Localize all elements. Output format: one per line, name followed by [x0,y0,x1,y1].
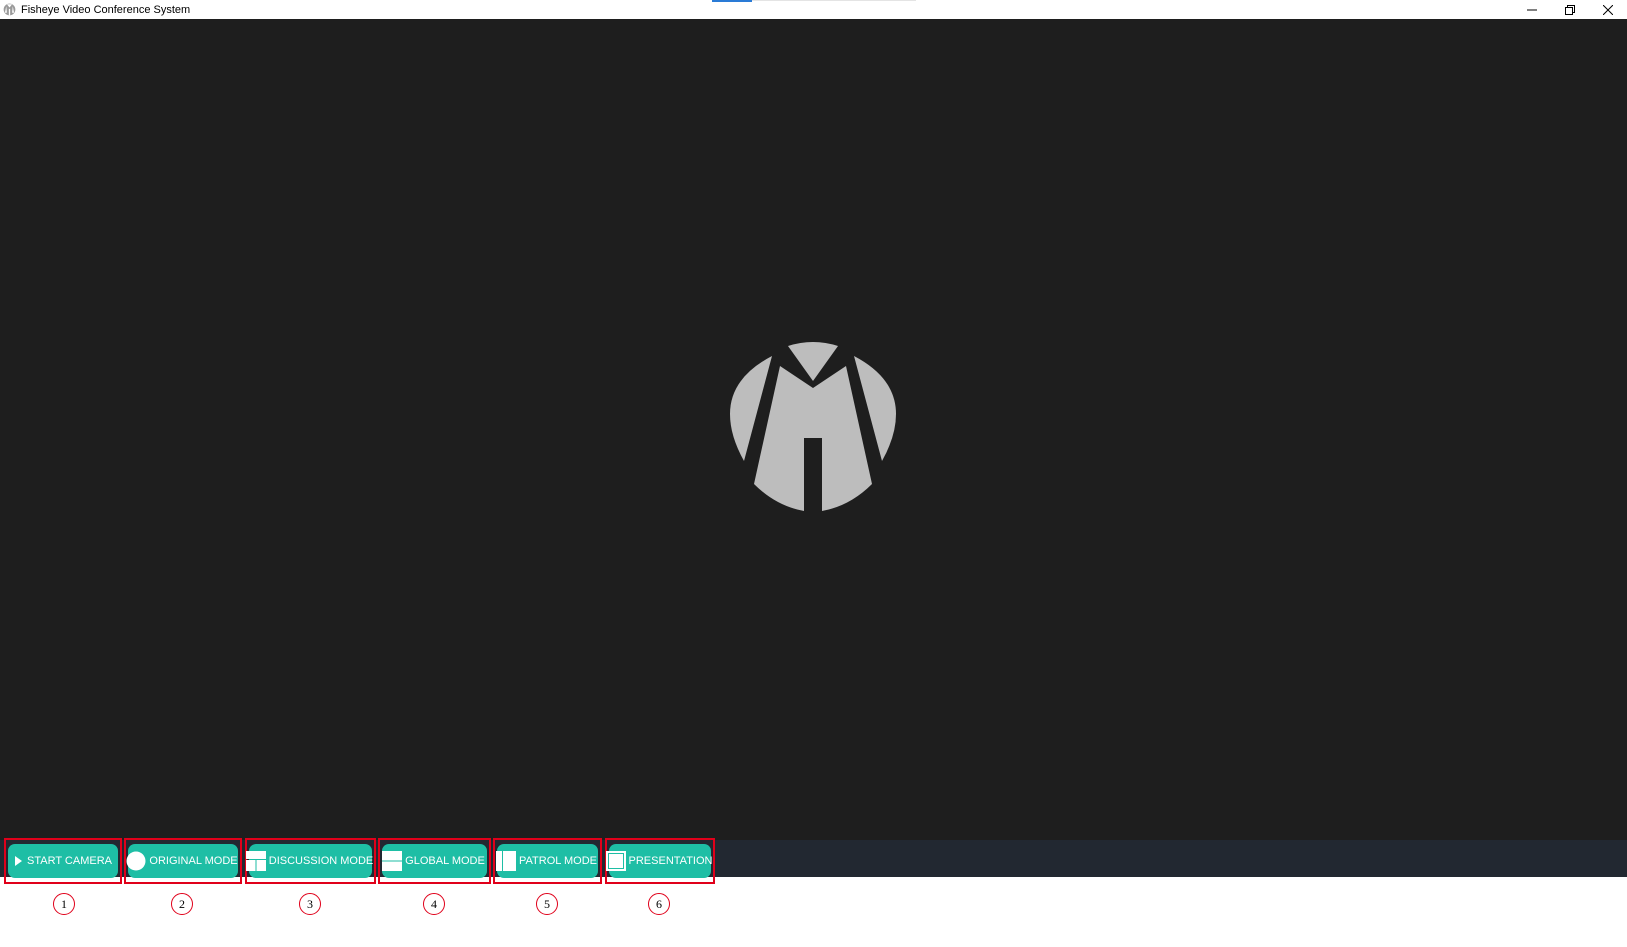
annotation-box-5: PATROL MODE [493,838,602,884]
annotation-number-1: 1 [53,893,75,915]
minimize-button[interactable] [1513,0,1551,19]
start-camera-button[interactable]: START CAMERA [8,843,118,878]
annotation-box-2: ORIGINAL MODE [124,838,242,884]
original-mode-label: ORIGINAL MODE [149,854,238,867]
annotation-box-3: DISCUSSION MODE [245,838,376,884]
play-icon [12,855,24,867]
annotation-number-2: 2 [171,893,193,915]
window-title: Fisheye Video Conference System [21,3,191,16]
restore-icon [1565,4,1575,15]
title-bar: Fisheye Video Conference System [0,0,1627,19]
video-display-area [0,19,1627,840]
minimize-icon [1527,9,1537,10]
annotation-number-6: 6 [648,893,670,915]
annotation-number-4: 4 [423,893,445,915]
annotation-number-3: 3 [299,893,321,915]
patrol-mode-button[interactable]: PATROL MODE [495,843,598,878]
start-camera-label: START CAMERA [27,854,112,867]
annotation-number-5: 5 [536,893,558,915]
annotation-box-4: GLOBAL MODE [378,838,491,884]
close-button[interactable] [1589,0,1627,19]
close-icon [1603,4,1613,15]
presentation-button[interactable]: PRESENTATION [605,843,713,878]
circle-icon [126,851,146,871]
split-layout-icon [245,850,266,871]
window-controls [1513,0,1627,19]
original-mode-button[interactable]: ORIGINAL MODE [126,843,238,878]
annotation-box-6: PRESENTATION [605,838,715,884]
discussion-mode-button[interactable]: DISCUSSION MODE [245,843,374,878]
vertical-split-icon [495,850,516,871]
app-logo-icon [3,3,16,16]
horizontal-split-icon [382,850,403,871]
annotation-box-1: START CAMERA [4,838,122,884]
presentation-label: PRESENTATION [628,854,713,867]
patrol-mode-label: PATROL MODE [518,854,598,867]
square-icon [605,850,626,871]
title-accent-line [712,0,752,2]
discussion-mode-label: DISCUSSION MODE [268,854,374,867]
brand-logo-icon [730,342,896,511]
restore-button[interactable] [1551,0,1589,19]
global-mode-button[interactable]: GLOBAL MODE [382,843,487,878]
global-mode-label: GLOBAL MODE [405,854,485,867]
title-accent-line-light [752,0,916,1]
